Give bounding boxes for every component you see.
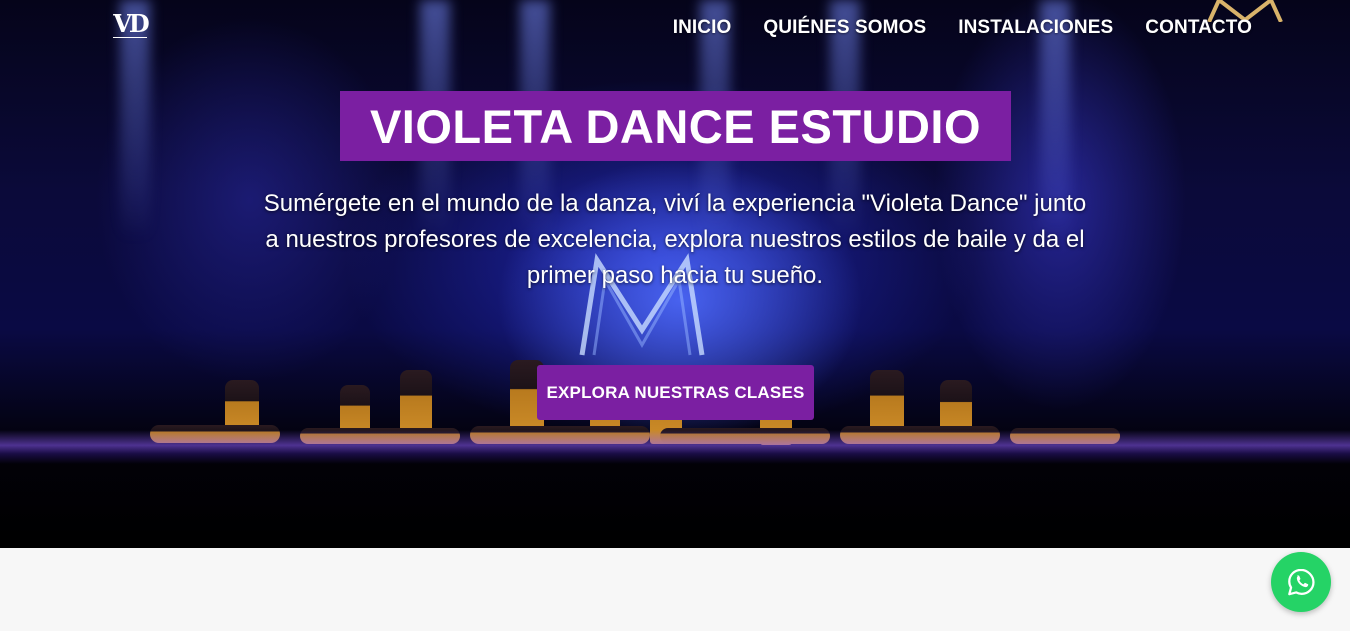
stage-floor-glow (0, 430, 1350, 464)
hero-title: VIOLETA DANCE ESTUDIO (369, 99, 982, 153)
main-nav: INICIO QUIÉNES SOMOS INSTALACIONES CONTA… (673, 17, 1252, 39)
logo-underline (113, 37, 147, 38)
logo-mark: VD (113, 9, 149, 38)
whatsapp-icon (1288, 568, 1315, 596)
hero-title-box: VIOLETA DANCE ESTUDIO (340, 91, 1011, 161)
nav-item-contacto[interactable]: CONTACTO (1145, 17, 1252, 39)
site-logo[interactable]: VD (110, 12, 150, 46)
explore-classes-button[interactable]: EXPLORA NUESTRAS CLASES (537, 365, 814, 420)
nav-item-quienes-somos[interactable]: QUIÉNES SOMOS (763, 17, 926, 39)
whatsapp-button[interactable] (1271, 552, 1331, 612)
lower-section (0, 548, 1350, 631)
nav-item-instalaciones[interactable]: INSTALACIONES (958, 17, 1113, 39)
nav-item-inicio[interactable]: INICIO (673, 17, 732, 39)
hero-subtitle: Sumérgete en el mundo de la danza, viví … (263, 190, 1087, 289)
